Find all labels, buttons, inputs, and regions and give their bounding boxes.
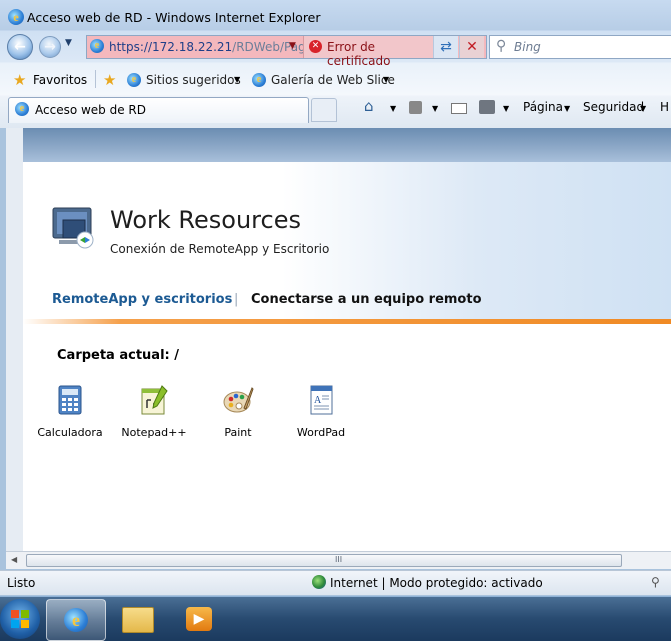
- back-button[interactable]: ←: [7, 34, 33, 60]
- search-input[interactable]: Bing: [514, 40, 541, 54]
- tools-menu[interactable]: H: [660, 100, 669, 114]
- window-title: Acceso web de RD - Windows Internet Expl…: [27, 10, 321, 25]
- taskbar-internet-explorer[interactable]: e: [46, 599, 106, 641]
- chevron-down-icon[interactable]: ▼: [383, 75, 389, 84]
- chevron-down-icon[interactable]: ▼: [503, 104, 509, 113]
- paint-palette-icon: [223, 387, 254, 413]
- ie-logo-icon: e: [8, 9, 24, 25]
- page-icon: e: [90, 39, 104, 53]
- shield-error-icon: ✕: [309, 40, 322, 53]
- search-icon[interactable]: ⚲: [496, 38, 506, 54]
- refresh-button[interactable]: ⇄: [433, 36, 458, 58]
- security-menu[interactable]: Seguridad: [583, 100, 644, 114]
- taskbar-explorer[interactable]: [108, 599, 166, 639]
- internet-explorer-icon: e: [64, 608, 88, 632]
- address-bar[interactable]: e https://172.18.22.21/RDWeb/Pag ▼ ✕ Err…: [86, 35, 487, 68]
- webslice-icon: e: [252, 73, 266, 87]
- chevron-down-icon[interactable]: ▼: [390, 104, 396, 113]
- accent-divider: [23, 319, 671, 324]
- nav-separator: |: [234, 292, 239, 307]
- scrollbar-grip: III: [335, 555, 343, 564]
- page-viewport: Work Resources Conexión de RemoteApp y E…: [6, 128, 671, 551]
- add-favorites-icon[interactable]: ★: [103, 71, 116, 89]
- start-button[interactable]: [0, 599, 40, 639]
- wordpad-icon: A: [310, 385, 333, 415]
- folder-icon: [122, 607, 154, 633]
- certificate-error-label: Error de certificado: [327, 40, 391, 68]
- chevron-down-icon[interactable]: ▼: [234, 75, 240, 84]
- windows-logo-icon: [11, 610, 29, 628]
- home-icon[interactable]: ⌂: [364, 97, 374, 115]
- forward-button[interactable]: →: [39, 36, 61, 58]
- new-tab-button[interactable]: [311, 98, 337, 122]
- internet-globe-icon: [312, 575, 326, 589]
- status-bar: Listo Internet | Modo protegido: activad…: [0, 570, 671, 595]
- tab-title: Acceso web de RD: [35, 103, 147, 117]
- current-folder-label: Carpeta actual: /: [57, 348, 180, 363]
- chevron-down-icon[interactable]: ▼: [640, 104, 646, 113]
- scrollbar-thumb[interactable]: III: [26, 554, 622, 567]
- app-label: Paint: [224, 426, 252, 439]
- page-header-bar: [23, 128, 671, 162]
- chevron-down-icon[interactable]: ▼: [564, 104, 570, 113]
- nav-remoteapp-link[interactable]: RemoteApp y escritorios: [52, 292, 232, 307]
- remote-desktop-monitor-icon: [52, 207, 94, 249]
- tab-acceso-web[interactable]: e Acceso web de RD: [8, 97, 309, 123]
- media-player-icon: ▶: [186, 607, 212, 631]
- taskbar: e ▶: [0, 596, 671, 641]
- app-notepad-plus-plus[interactable]: Notepad++: [115, 378, 193, 448]
- certificate-error-button[interactable]: ✕ Error de certificado: [303, 36, 434, 68]
- webslice-gallery-button[interactable]: Galería de Web Slice: [271, 73, 395, 87]
- recent-pages-dropdown-icon[interactable]: ▼: [65, 38, 72, 48]
- page-subtitle: Conexión de RemoteApp y Escritorio: [110, 242, 330, 256]
- search-box[interactable]: ⚲ Bing: [489, 35, 671, 59]
- app-label: WordPad: [296, 426, 346, 439]
- scroll-left-icon[interactable]: ◀: [11, 555, 17, 564]
- suggested-sites-icon: e: [127, 73, 141, 87]
- favorites-button[interactable]: Favoritos: [33, 73, 87, 87]
- app-label: Notepad++: [121, 426, 187, 439]
- feeds-icon[interactable]: [409, 101, 422, 114]
- stop-button[interactable]: ✕: [459, 36, 484, 58]
- app-label: Calculadora: [37, 426, 103, 439]
- mail-icon[interactable]: [451, 103, 467, 114]
- nav-remote-pc-link[interactable]: Conectarse a un equipo remoto: [251, 292, 482, 307]
- favorites-separator: [95, 70, 96, 88]
- suggested-sites-button[interactable]: Sitios sugeridos: [146, 73, 241, 87]
- notepad-plus-plus-icon: [141, 385, 168, 415]
- page-title: Work Resources: [110, 206, 301, 234]
- print-icon[interactable]: [479, 100, 495, 114]
- app-wordpad[interactable]: A WordPad: [282, 378, 360, 448]
- app-calculadora[interactable]: Calculadora: [31, 378, 109, 448]
- tab-page-icon: e: [15, 102, 29, 116]
- svg-text:A: A: [314, 395, 322, 406]
- horizontal-scrollbar[interactable]: ◀ III: [6, 551, 671, 569]
- page-banner: Work Resources Conexión de RemoteApp y E…: [23, 162, 671, 324]
- security-zone-text[interactable]: Internet | Modo protegido: activado: [330, 576, 543, 590]
- page-menu[interactable]: Página: [523, 100, 563, 114]
- favorites-star-icon: ★: [13, 71, 27, 89]
- chevron-down-icon[interactable]: ▼: [432, 104, 438, 113]
- address-url[interactable]: https://172.18.22.21/RDWeb/Pag: [109, 40, 306, 54]
- taskbar-media-player[interactable]: ▶: [170, 599, 228, 639]
- status-text: Listo: [7, 576, 36, 590]
- browser-chrome: e Acceso web de RD - Windows Internet Ex…: [0, 0, 671, 128]
- address-dropdown-icon[interactable]: ▼: [289, 41, 296, 51]
- app-paint[interactable]: Paint: [199, 378, 277, 448]
- calculator-icon: [58, 385, 82, 415]
- rdweb-page: Work Resources Conexión de RemoteApp y E…: [23, 162, 671, 551]
- zoom-icon[interactable]: ⚲: [651, 575, 660, 589]
